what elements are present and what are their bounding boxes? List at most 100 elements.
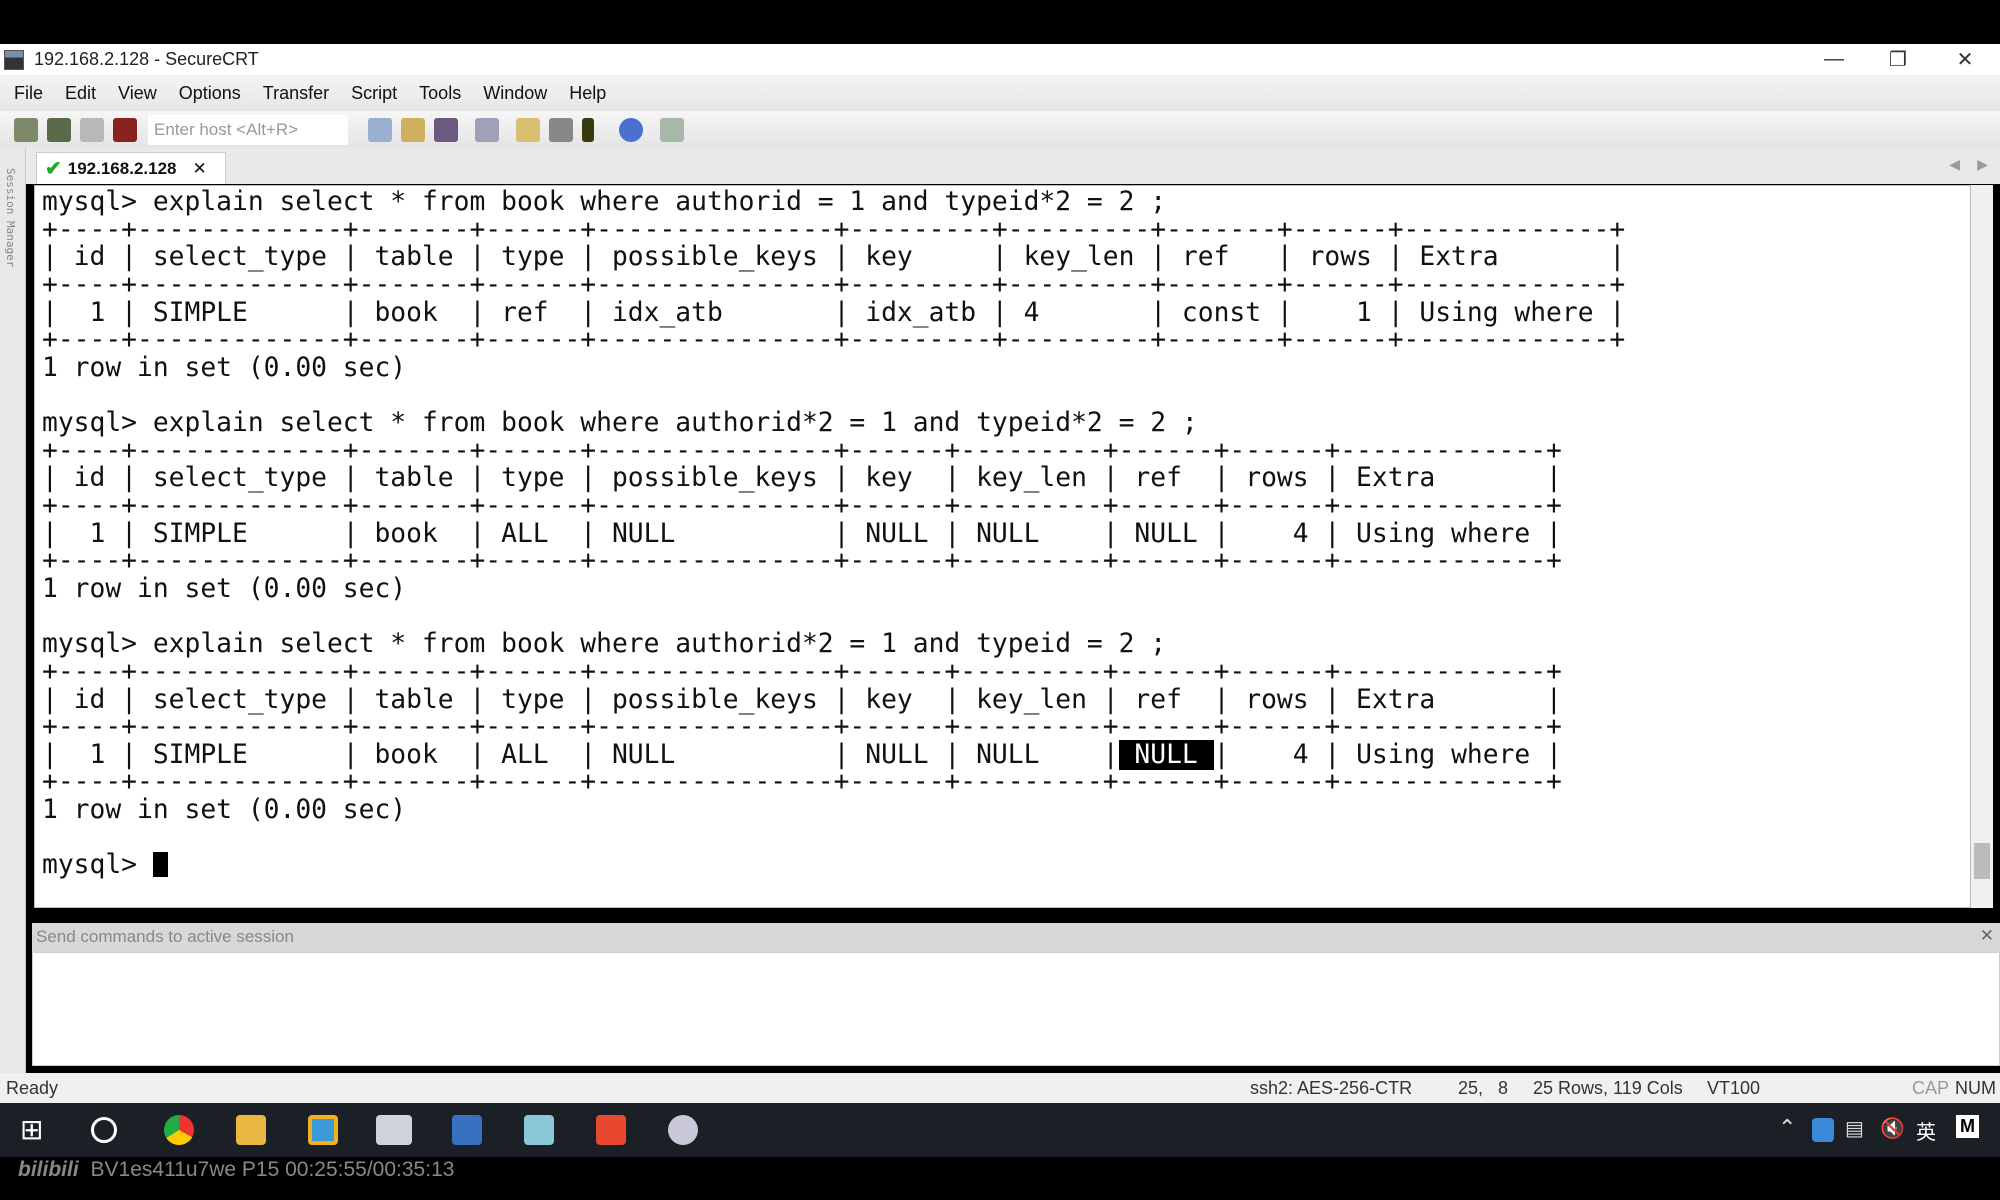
terminal-line: 1 row in set (0.00 sec) [42, 795, 407, 826]
session-options-icon[interactable] [516, 117, 540, 142]
menu-window[interactable]: Window [483, 83, 547, 104]
title-bar: 192.168.2.128 - SecureCRT — ❐ ✕ [0, 44, 2000, 75]
terminal-line: +----+-------------+-------+------+-----… [42, 214, 1626, 245]
send-bar-close-icon[interactable]: ✕ [1980, 926, 1994, 946]
menu-file[interactable]: File [14, 83, 43, 104]
terminal-line: +----+-------------+-------+------+-----… [42, 491, 1562, 522]
status-cipher: ssh2: AES-256-CTR [1250, 1078, 1413, 1098]
row-text: | 4 | Using where | [1213, 739, 1562, 770]
status-ready: Ready [6, 1078, 59, 1098]
video-watermark: bilibili BV1es411u7we P15 00:25:55/00:35… [18, 1158, 454, 1182]
terminal-line: | 1 | SIMPLE | book | ALL | NULL | NULL … [42, 518, 1562, 549]
tray-chevron-icon[interactable]: ⌃ [1778, 1115, 1796, 1141]
toolbar: Enter host <Alt+R> [0, 111, 2000, 148]
terminal-line: +----+-------------+-------+------+-----… [42, 325, 1626, 356]
menu-options[interactable]: Options [179, 83, 241, 104]
connected-check-icon: ✔ [45, 158, 62, 180]
chrome-icon[interactable] [164, 1115, 194, 1145]
desktop-icon[interactable] [452, 1115, 482, 1145]
menu-help[interactable]: Help [569, 83, 606, 104]
terminal[interactable]: mysql> explain select * from book where … [34, 185, 1971, 908]
tray-m-icon[interactable]: M [1956, 1115, 1979, 1138]
terminal-line: | id | select_type | table | type | poss… [42, 242, 1626, 273]
window-title: 192.168.2.128 - SecureCRT [34, 49, 259, 69]
help-icon[interactable] [619, 117, 643, 142]
prompt-line[interactable]: mysql> [42, 852, 1625, 880]
find-icon[interactable] [434, 117, 458, 142]
copy-icon[interactable] [368, 117, 392, 142]
bilibili-logo: bilibili [18, 1158, 79, 1181]
menu-transfer[interactable]: Transfer [263, 83, 329, 104]
terminal-line: mysql> explain select * from book where … [42, 187, 1167, 217]
securecrt-app-icon [4, 49, 24, 70]
send-commands-label: Send commands to active session [36, 927, 294, 946]
send-commands-input[interactable] [32, 952, 2000, 1066]
paste-icon[interactable] [401, 117, 425, 142]
global-options-icon[interactable] [549, 117, 573, 142]
send-commands-bar: Send commands to active session ✕ [32, 923, 2000, 952]
selected-text: NULL [1118, 739, 1214, 770]
session-manager-strip[interactable]: Session Manager [0, 148, 26, 1073]
terminal-line: +----+-------------+-------+------+-----… [42, 546, 1562, 577]
terminal-line: +----+-------------+-------+------+-----… [42, 656, 1562, 687]
minimize-button[interactable]: — [1804, 44, 1864, 75]
close-window-button[interactable]: ✕ [1935, 44, 1995, 75]
terminal-line: +----+-------------+-------+------+-----… [42, 269, 1626, 300]
app-icon-2[interactable] [668, 1115, 698, 1145]
status-num: NUM [1955, 1078, 1996, 1098]
status-emulation: VT100 [1707, 1078, 1761, 1098]
quick-connect-icon[interactable] [47, 117, 71, 142]
restore-button[interactable]: ❐ [1868, 44, 1928, 75]
menu-script[interactable]: Script [351, 83, 397, 104]
red-app-icon[interactable] [596, 1115, 626, 1145]
status-size: 25 Rows, 119 Cols [1533, 1078, 1683, 1098]
notes-icon[interactable] [524, 1115, 554, 1145]
tab-scroll-left-icon[interactable]: ◀ [1949, 156, 1960, 173]
print-icon[interactable] [475, 117, 499, 142]
reconnect-icon[interactable] [80, 117, 104, 142]
text-cursor [152, 852, 168, 878]
tab-bar: ✔ 192.168.2.128 ✕ ◀ ▶ [26, 148, 2000, 184]
tab-close-icon[interactable]: ✕ [192, 159, 206, 179]
ime-indicator[interactable]: 英 [1916, 1116, 1936, 1145]
mute-icon[interactable]: 🔇 [1880, 1116, 1905, 1141]
host-input[interactable]: Enter host <Alt+R> [148, 114, 348, 145]
terminal-line: +----+-------------+-------+------+-----… [42, 712, 1562, 743]
status-cap: CAP [1912, 1078, 1950, 1098]
session-manager-label[interactable]: Session Manager [4, 168, 17, 267]
cortana-icon[interactable] [91, 1117, 117, 1143]
menu-edit[interactable]: Edit [65, 83, 96, 104]
scrollbar-thumb[interactable] [1974, 843, 1990, 879]
securecrt-taskbar-icon[interactable] [376, 1115, 412, 1145]
session-tab[interactable]: ✔ 192.168.2.128 ✕ [36, 152, 226, 184]
terminal-line: mysql> explain select * from book where … [42, 408, 1198, 439]
windows-start-icon[interactable]: ⊞ [20, 1115, 50, 1145]
status-cursor-pos: 25, 8 [1458, 1078, 1509, 1098]
tray-app-icon[interactable] [1812, 1118, 1834, 1142]
battery-icon[interactable]: ▤ [1845, 1116, 1864, 1141]
terminal-line: | id | select_type | table | type | poss… [42, 463, 1562, 494]
keymap-icon[interactable] [582, 117, 594, 142]
terminal-line: | id | select_type | table | type | poss… [42, 684, 1562, 715]
watermark-text: BV1es411u7we P15 00:25:55/00:35:13 [90, 1158, 455, 1181]
menu-bar: File Edit View Options Transfer Script T… [0, 75, 2000, 111]
row-text: | 1 | SIMPLE | book | ALL | NULL | NULL … [42, 739, 1119, 770]
file-explorer-icon[interactable] [236, 1115, 266, 1145]
app-icon[interactable] [308, 1115, 338, 1145]
menu-tools[interactable]: Tools [419, 83, 461, 104]
sftp-icon[interactable] [660, 117, 684, 142]
terminal-line: 1 row in set (0.00 sec) [42, 573, 407, 604]
terminal-line: +----+-------------+-------+------+-----… [42, 435, 1562, 466]
disconnect-icon[interactable] [113, 117, 137, 142]
terminal-scrollbar[interactable] [1971, 185, 1993, 908]
menu-view[interactable]: View [118, 83, 157, 104]
terminal-line: 1 row in set (0.00 sec) [42, 352, 407, 383]
terminal-line: mysql> explain select * from book where … [42, 629, 1167, 660]
terminal-output: mysql> explain select * from book where … [42, 187, 1626, 880]
tab-scroll-right-icon[interactable]: ▶ [1977, 156, 1988, 173]
connect-icon[interactable] [14, 117, 38, 142]
terminal-line: | 1 | SIMPLE | book | ref | idx_atb | id… [42, 297, 1626, 328]
